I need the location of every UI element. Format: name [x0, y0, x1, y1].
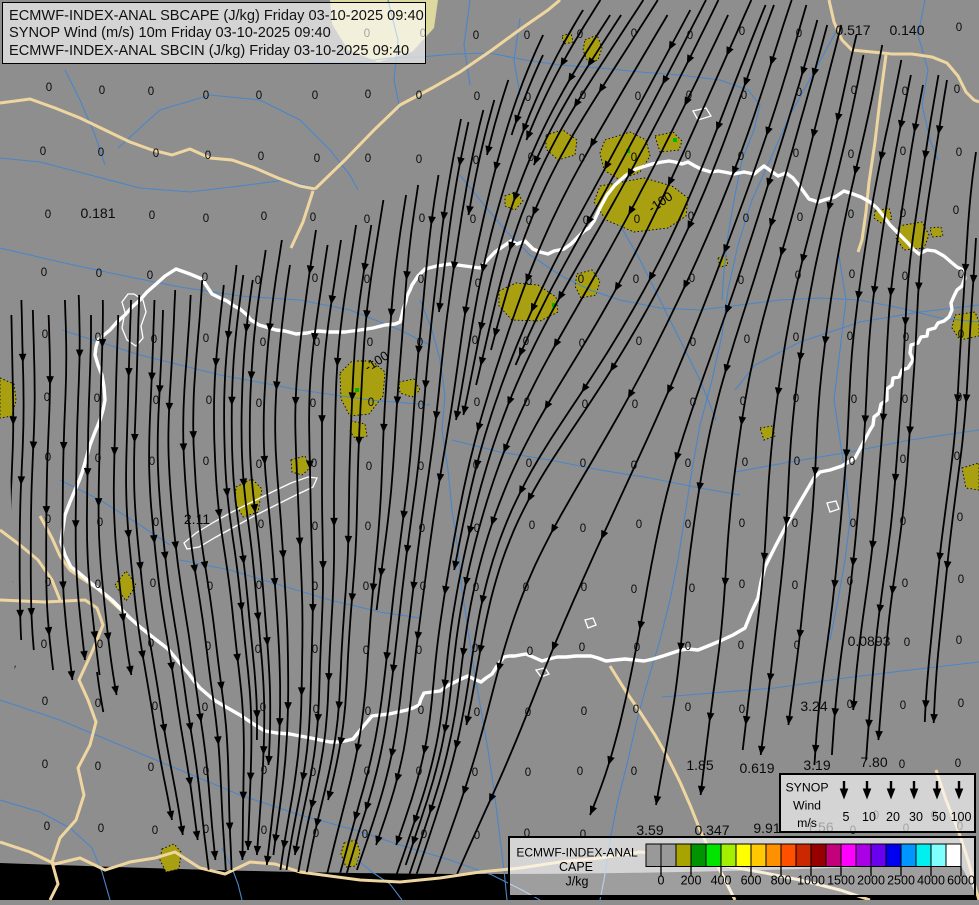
svg-text:200: 200	[681, 874, 702, 888]
svg-text:50: 50	[932, 810, 946, 824]
svg-text:6000: 6000	[947, 874, 975, 888]
svg-text:10: 10	[862, 810, 876, 824]
svg-text:400: 400	[711, 874, 732, 888]
svg-text:SYNOP: SYNOP	[785, 781, 828, 795]
svg-text:Wind: Wind	[793, 799, 821, 813]
svg-text:4000: 4000	[917, 874, 945, 888]
svg-text:2000: 2000	[857, 874, 885, 888]
svg-text:1000: 1000	[797, 874, 825, 888]
svg-text:1500: 1500	[827, 874, 855, 888]
svg-text:J/kg: J/kg	[566, 875, 589, 889]
svg-text:100: 100	[951, 810, 972, 824]
svg-text:2500: 2500	[887, 874, 915, 888]
svg-text:800: 800	[771, 874, 792, 888]
svg-text:0: 0	[658, 874, 665, 888]
svg-text:20: 20	[886, 810, 900, 824]
svg-text:ECMWF-INDEX-ANAL: ECMWF-INDEX-ANAL	[516, 846, 638, 860]
svg-text:600: 600	[741, 874, 762, 888]
svg-text:CAPE: CAPE	[559, 860, 593, 874]
svg-text:m/s: m/s	[797, 816, 817, 830]
svg-text:30: 30	[909, 810, 923, 824]
svg-text:5: 5	[843, 810, 850, 824]
